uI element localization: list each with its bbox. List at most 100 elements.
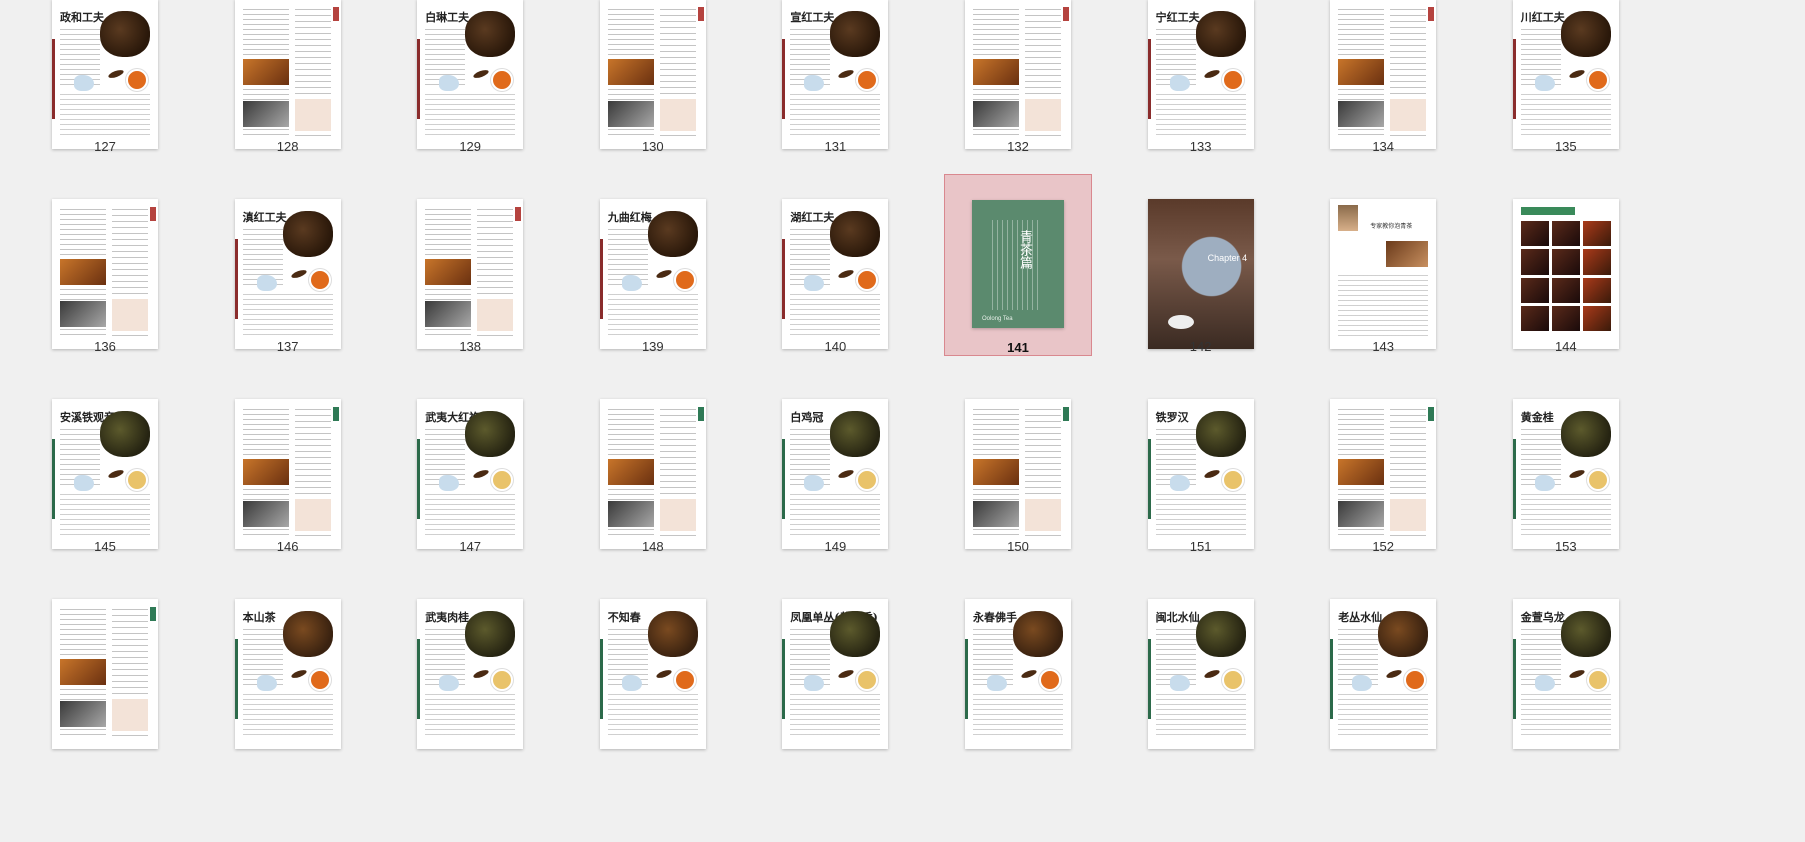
page-thumbnail-grid: 政和工夫 127 128 白琳工夫 129 130 宣红工夫 131 132 宁红工夫 133 134… xyxy=(0,0,1805,842)
page-thumbnail[interactable]: 青茶篇 Oolong Tea 141 xyxy=(913,174,1123,400)
page-thumbnail[interactable]: 152 xyxy=(1278,399,1488,600)
chapter-stripe xyxy=(1330,639,1334,719)
leaf-icon xyxy=(1203,668,1221,680)
page-thumbnail[interactable]: 九曲红梅 139 xyxy=(548,199,758,400)
page-thumbnail[interactable]: 本山茶 xyxy=(183,599,393,800)
tip-box xyxy=(112,299,148,331)
page-preview: 武夷大红袍 xyxy=(417,399,524,549)
page-thumbnail[interactable]: 138 xyxy=(365,199,575,400)
page-preview: 金萱乌龙 xyxy=(1512,599,1619,749)
page-thumbnail[interactable]: 黄金桂 153 xyxy=(1461,399,1671,600)
page-number: 153 xyxy=(1554,539,1577,554)
map-icon xyxy=(1169,475,1190,491)
page-thumbnail[interactable]: 滇红工夫 137 xyxy=(183,199,393,400)
chapter-tab xyxy=(697,407,704,421)
dry-leaf-photo xyxy=(282,211,333,257)
chapter-tab xyxy=(332,407,339,421)
chapter-stripe xyxy=(599,639,603,719)
page-number: 143 xyxy=(1372,339,1395,354)
chapter-tab xyxy=(150,207,156,221)
page-thumbnail[interactable]: 134 xyxy=(1278,0,1488,200)
page-thumbnail[interactable]: 武夷大红袍 147 xyxy=(365,399,575,600)
chapter-stripe xyxy=(965,639,968,719)
map-icon xyxy=(804,675,825,691)
page-thumbnail[interactable]: 闽北水仙 xyxy=(1096,599,1306,800)
interview-title: 专家教你泡青茶 xyxy=(1370,223,1413,230)
chapter-tab xyxy=(515,207,522,221)
leaf-icon xyxy=(1020,668,1038,680)
page-thumbnail[interactable]: 宁红工夫 133 xyxy=(1096,0,1306,200)
tea-title: 闽北水仙 xyxy=(1155,611,1200,624)
brewing-photo xyxy=(607,501,654,527)
page-thumbnail[interactable]: 宣红工夫 131 xyxy=(730,0,940,200)
page-preview: 武夷肉桂 xyxy=(417,599,524,749)
page-thumbnail[interactable]: 白鸡冠 149 xyxy=(730,399,940,600)
page-thumbnail[interactable]: 老丛水仙 xyxy=(1278,599,1488,800)
chapter-title: 青茶篇 xyxy=(1017,230,1032,269)
chapter-stripe xyxy=(417,639,421,719)
page-thumbnail[interactable]: 150 xyxy=(913,399,1123,600)
page-thumbnail[interactable]: 川红工夫 135 xyxy=(1461,0,1671,200)
brewing-photo xyxy=(60,701,106,727)
brewing-photo xyxy=(973,101,1019,127)
map-icon xyxy=(1169,675,1190,691)
tea-cup-photo xyxy=(856,669,879,691)
leaf-icon xyxy=(655,668,673,680)
page-preview: 九曲红梅 xyxy=(599,199,706,349)
page-thumbnail[interactable]: 安溪铁观音 145 xyxy=(0,399,210,600)
dry-leaf-photo xyxy=(830,211,881,257)
page-number: 137 xyxy=(276,339,299,354)
page-thumbnail[interactable]: 永春佛手 xyxy=(913,599,1123,800)
map-icon xyxy=(1534,675,1555,691)
body-text xyxy=(1155,694,1246,739)
chapter-stripe xyxy=(782,239,786,319)
page-thumbnail[interactable]: 湖红工夫 140 xyxy=(730,199,940,400)
tip-box xyxy=(294,99,331,131)
page-preview: 凤凰单丛(黄枝香) xyxy=(782,599,889,749)
page-thumbnail[interactable]: 144 xyxy=(1461,199,1671,400)
leaf-icon xyxy=(472,68,490,80)
body-text xyxy=(1338,275,1429,339)
body-text xyxy=(790,94,881,139)
page-thumbnail[interactable]: 146 xyxy=(183,399,393,600)
chapter-stripe xyxy=(782,439,786,519)
leaf-icon xyxy=(837,68,855,80)
map-icon xyxy=(804,275,825,291)
page-thumbnail[interactable]: 132 xyxy=(913,0,1123,200)
page-thumbnail[interactable]: 148 xyxy=(548,399,758,600)
page-thumbnail[interactable]: 政和工夫 127 xyxy=(0,0,210,200)
tea-cup-photo xyxy=(126,469,148,491)
page-thumbnail[interactable]: 不知春 xyxy=(548,599,758,800)
page-thumbnail[interactable]: 128 xyxy=(183,0,393,200)
tea-title: 白琳工夫 xyxy=(425,11,470,24)
leaf-icon xyxy=(107,468,125,480)
page-preview: 专家教你泡青茶 xyxy=(1330,199,1437,349)
page-thumbnail[interactable]: Chapter 4 142 xyxy=(1096,199,1306,400)
page-preview xyxy=(1330,399,1437,549)
page-number: 141 xyxy=(1007,340,1029,355)
page-number: 145 xyxy=(94,539,116,554)
map-icon xyxy=(439,75,460,91)
tea-title: 政和工夫 xyxy=(60,11,104,24)
page-preview: 政和工夫 xyxy=(52,0,158,149)
leaf-photo xyxy=(60,259,106,285)
page-thumbnail[interactable] xyxy=(0,599,210,800)
page-thumbnail[interactable]: 铁罗汉 151 xyxy=(1096,399,1306,600)
dry-leaf-photo xyxy=(1378,611,1429,657)
page-thumbnail[interactable]: 专家教你泡青茶 143 xyxy=(1278,199,1488,400)
body-text xyxy=(790,494,881,539)
tip-box xyxy=(1025,99,1061,131)
page-thumbnail[interactable]: 凤凰单丛(黄枝香) xyxy=(730,599,940,800)
tea-cup-photo xyxy=(491,669,514,691)
page-thumbnail[interactable]: 白琳工夫 129 xyxy=(365,0,575,200)
page-thumbnail[interactable]: 武夷肉桂 xyxy=(365,599,575,800)
page-thumbnail[interactable]: 136 xyxy=(0,199,210,400)
tea-title: 湖红工夫 xyxy=(790,211,835,224)
page-number: 144 xyxy=(1554,339,1577,354)
tea-cup-photo xyxy=(491,69,514,91)
chapter-cover: 青茶篇 Oolong Tea xyxy=(972,200,1064,328)
page-thumbnail[interactable]: 金萱乌龙 xyxy=(1461,599,1671,800)
tea-title: 滇红工夫 xyxy=(242,211,287,224)
tea-title: 白鸡冠 xyxy=(790,411,824,424)
page-thumbnail[interactable]: 130 xyxy=(548,0,758,200)
